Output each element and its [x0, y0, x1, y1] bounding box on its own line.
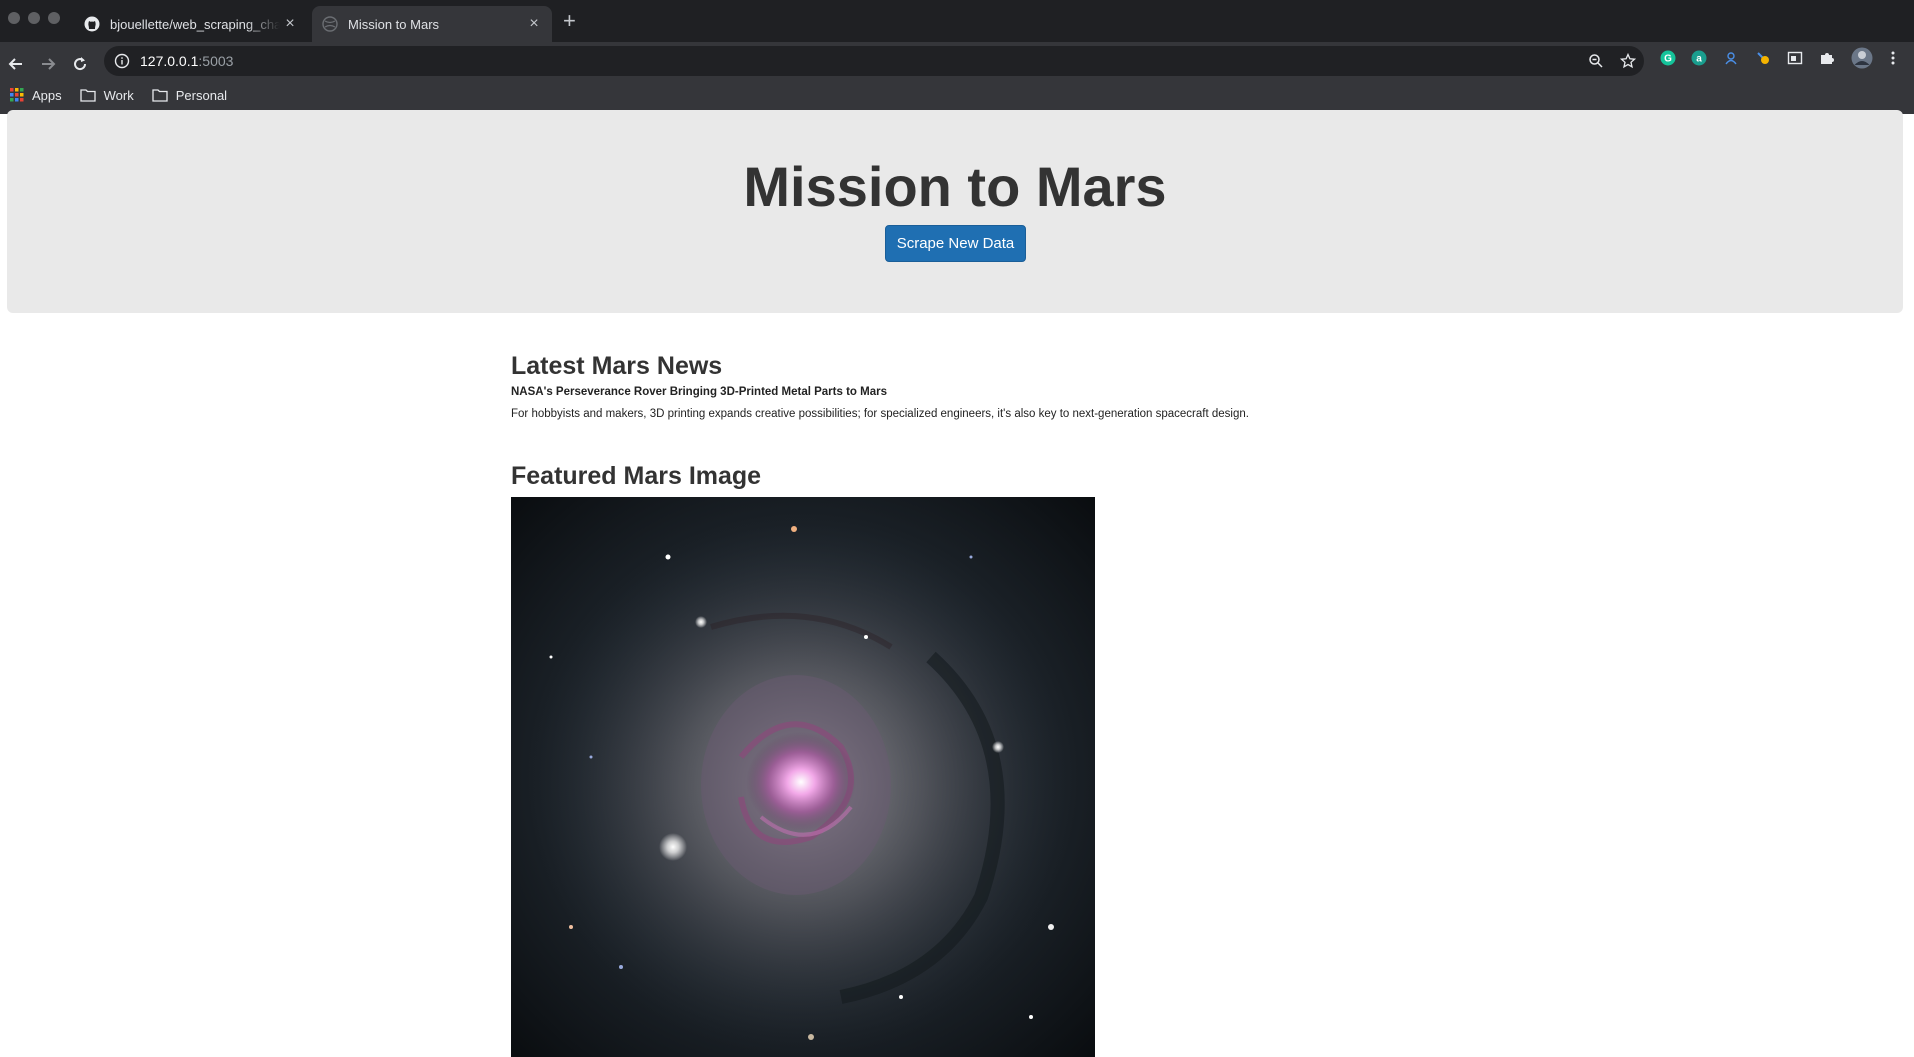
bookmark-label: Personal: [175, 87, 228, 103]
info-icon[interactable]: [114, 53, 130, 69]
new-tab-button[interactable]: +: [563, 10, 576, 32]
bookmark-work[interactable]: Work: [79, 87, 134, 103]
bookmark-personal[interactable]: Personal: [152, 88, 227, 103]
news-section: Latest Mars News: [511, 351, 722, 381]
page-title: Mission to Mars: [743, 155, 1167, 218]
globe-icon: [322, 16, 338, 32]
address-bar[interactable]: 127.0.0.1:5003: [104, 46, 1644, 76]
maximize-window-button[interactable]: [48, 12, 60, 24]
url-port: :5003: [198, 53, 234, 69]
tab-title: bjouellette/web_scraping_challenge: [110, 16, 280, 32]
featured-heading: Featured Mars Image: [511, 462, 762, 490]
jumbotron-header: Mission to Mars Scrape New Data: [7, 110, 1903, 313]
featured-mars-image: [511, 497, 1095, 1057]
bookmarks-bar: Apps Work Personal: [0, 80, 1914, 110]
ext-icon[interactable]: [1722, 49, 1740, 67]
news-title: NASA's Perseverance Rover Bringing 3D-Pr…: [511, 386, 887, 398]
scrape-new-data-button[interactable]: Scrape New Data: [885, 225, 1026, 262]
folder-icon: [152, 89, 168, 102]
reload-button[interactable]: [68, 52, 92, 76]
back-button[interactable]: [4, 52, 28, 76]
bookmark-label: Apps: [32, 87, 62, 103]
svg-text:G: G: [1664, 54, 1672, 65]
svg-text:a: a: [1696, 54, 1702, 65]
ext-icon[interactable]: [1754, 49, 1772, 67]
tab-title: Mission to Mars: [348, 16, 440, 32]
url-host: 127.0.0.1: [140, 53, 199, 69]
puzzle-icon[interactable]: [1818, 49, 1836, 67]
bookmark-apps[interactable]: Apps: [10, 88, 62, 103]
apps-grid-icon: [10, 88, 24, 102]
close-tab-icon[interactable]: ×: [524, 15, 544, 33]
profile-avatar-icon[interactable]: [1851, 47, 1873, 69]
tab-icon[interactable]: [1786, 49, 1804, 67]
github-icon: [84, 16, 100, 32]
featured-section: Featured Mars Image: [511, 461, 761, 491]
close-tab-icon[interactable]: ×: [280, 15, 300, 33]
bookmark-star-icon[interactable]: [1612, 53, 1644, 69]
grammarly-icon[interactable]: G: [1659, 49, 1677, 67]
bookmark-label: Work: [103, 87, 134, 103]
back-arrow-icon: [8, 58, 22, 70]
tab-github[interactable]: bjouellette/web_scraping_challenge ×: [74, 6, 308, 42]
more-icon[interactable]: [1884, 49, 1902, 67]
browser-toolbar: 127.0.0.1:5003 G a Apps Work Personal: [0, 42, 1914, 114]
amazon-assistant-icon[interactable]: a: [1690, 49, 1708, 67]
forward-arrow-icon: [42, 58, 56, 70]
minimize-window-button[interactable]: [28, 12, 40, 24]
news-paragraph: For hobbyists and makers, 3D printing ex…: [511, 408, 1249, 420]
news-heading: Latest Mars News: [511, 352, 723, 380]
forward-button[interactable]: [36, 52, 60, 76]
browser-tabstrip: bjouellette/web_scraping_challenge × Mis…: [0, 0, 1914, 42]
folder-icon: [79, 89, 96, 102]
reload-icon: [74, 57, 87, 71]
close-window-button[interactable]: [8, 12, 20, 24]
zoom-icon[interactable]: [1580, 53, 1612, 69]
tab-mission-to-mars[interactable]: Mission to Mars ×: [312, 6, 552, 42]
